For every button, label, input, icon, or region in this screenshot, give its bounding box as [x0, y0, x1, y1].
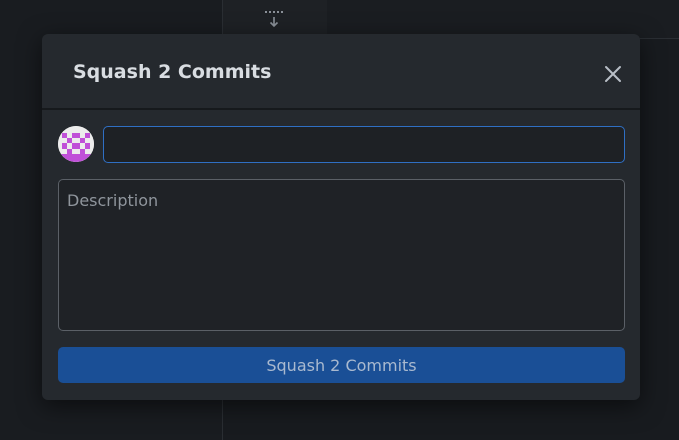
dialog-title: Squash 2 Commits: [73, 61, 272, 83]
close-icon[interactable]: [600, 61, 626, 87]
squash-commits-dialog: Squash 2 Commits Squash 2 Commit: [42, 34, 640, 400]
identicon-avatar: [58, 126, 94, 162]
dialog-header: Squash 2 Commits: [42, 34, 640, 110]
commit-description-input[interactable]: [58, 179, 625, 331]
avatar: [58, 126, 94, 162]
dotted-arrow-down-icon: [265, 11, 283, 28]
commit-summary-input[interactable]: [103, 126, 625, 163]
squash-commits-button[interactable]: Squash 2 Commits: [58, 347, 625, 383]
